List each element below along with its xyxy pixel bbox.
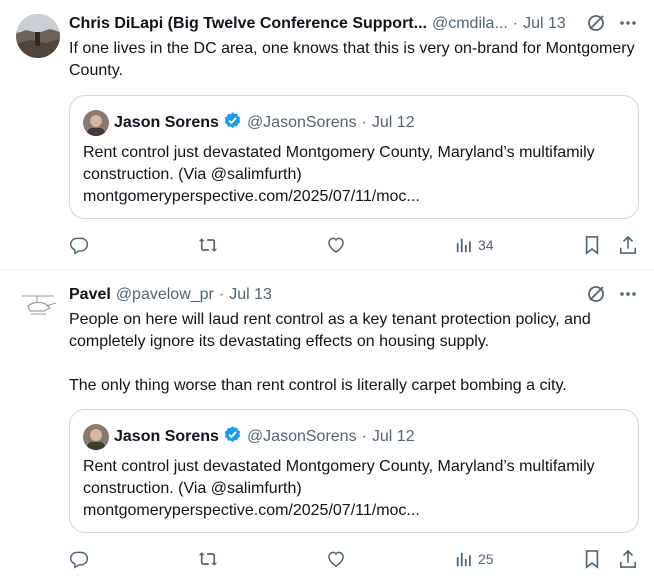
author-name[interactable]: Pavel — [69, 286, 111, 304]
share-icon — [619, 549, 637, 569]
quote-author-name[interactable]: Jason Sorens — [114, 114, 219, 132]
verified-badge-icon — [223, 425, 242, 449]
tweet-top-actions — [586, 284, 638, 304]
tweet-actions: 34 — [69, 230, 644, 260]
views-count: 25 — [478, 551, 494, 567]
tweet-date[interactable]: Jul 13 — [523, 15, 566, 33]
tweet[interactable]: Pavel @pavelow_pr · Jul 13 People on her… — [0, 270, 654, 582]
quote-author-handle[interactable]: @JasonSorens — [247, 114, 357, 132]
quote-author-handle[interactable]: @JasonSorens — [247, 428, 357, 446]
share-button[interactable] — [619, 230, 637, 260]
separator: · — [361, 114, 367, 131]
quote-author-name[interactable]: Jason Sorens — [114, 428, 219, 446]
reply-icon — [69, 549, 89, 569]
author-name[interactable]: Chris DiLapi (Big Twelve Conference Supp… — [69, 15, 427, 33]
quote-avatar[interactable] — [83, 110, 109, 136]
quoted-tweet[interactable]: Jason Sorens @JasonSorens · Jul 12 Rent … — [69, 95, 639, 219]
tweet-header: Chris DiLapi (Big Twelve Conference Supp… — [69, 13, 566, 35]
bookmark-icon — [583, 549, 601, 569]
quote-date[interactable]: Jul 12 — [372, 428, 415, 446]
tweet-date[interactable]: Jul 13 — [229, 286, 272, 304]
grok-icon[interactable] — [586, 13, 606, 33]
reply-button[interactable] — [69, 544, 89, 574]
retweet-icon — [197, 549, 219, 569]
views-icon — [455, 236, 473, 254]
like-icon — [326, 549, 346, 569]
retweet-icon — [197, 235, 219, 255]
separator: · — [218, 286, 225, 303]
share-button[interactable] — [619, 544, 637, 574]
quote-text: Rent control just devastated Montgomery … — [83, 144, 595, 205]
retweet-button[interactable] — [197, 544, 219, 574]
tweet-text: If one lives in the DC area, one knows t… — [69, 40, 640, 79]
quote-header: Jason Sorens @JasonSorens · Jul 12 — [83, 424, 415, 450]
like-button[interactable] — [326, 230, 346, 260]
verified-badge-icon — [223, 111, 242, 135]
tweet-actions: 25 — [69, 544, 644, 574]
more-icon[interactable] — [618, 13, 638, 33]
bookmark-icon — [583, 235, 601, 255]
views-count: 34 — [478, 237, 494, 253]
views-button[interactable]: 34 — [455, 230, 494, 260]
avatar[interactable] — [16, 14, 60, 58]
tweet-top-actions — [586, 13, 638, 33]
avatar[interactable] — [16, 284, 60, 328]
grok-icon[interactable] — [586, 284, 606, 304]
quote-avatar[interactable] — [83, 424, 109, 450]
retweet-button[interactable] — [197, 230, 219, 260]
like-icon — [326, 235, 346, 255]
reply-button[interactable] — [69, 230, 89, 260]
bookmark-button[interactable] — [583, 544, 601, 574]
more-icon[interactable] — [618, 284, 638, 304]
reply-icon — [69, 235, 89, 255]
tweet[interactable]: Chris DiLapi (Big Twelve Conference Supp… — [0, 0, 654, 270]
quote-text: Rent control just devastated Montgomery … — [83, 458, 595, 519]
tweet-text: People on here will laud rent control as… — [69, 311, 591, 394]
quote-date[interactable]: Jul 12 — [372, 114, 415, 132]
views-button[interactable]: 25 — [455, 544, 494, 574]
separator: · — [512, 15, 519, 32]
quoted-tweet[interactable]: Jason Sorens @JasonSorens · Jul 12 Rent … — [69, 409, 639, 533]
views-icon — [455, 550, 473, 568]
tweet-header: Pavel @pavelow_pr · Jul 13 — [69, 284, 272, 306]
bookmark-button[interactable] — [583, 230, 601, 260]
share-icon — [619, 235, 637, 255]
author-handle[interactable]: @pavelow_pr — [116, 286, 214, 304]
author-handle[interactable]: @cmdila... — [432, 15, 508, 33]
quote-header: Jason Sorens @JasonSorens · Jul 12 — [83, 110, 415, 136]
like-button[interactable] — [326, 544, 346, 574]
separator: · — [361, 428, 367, 445]
